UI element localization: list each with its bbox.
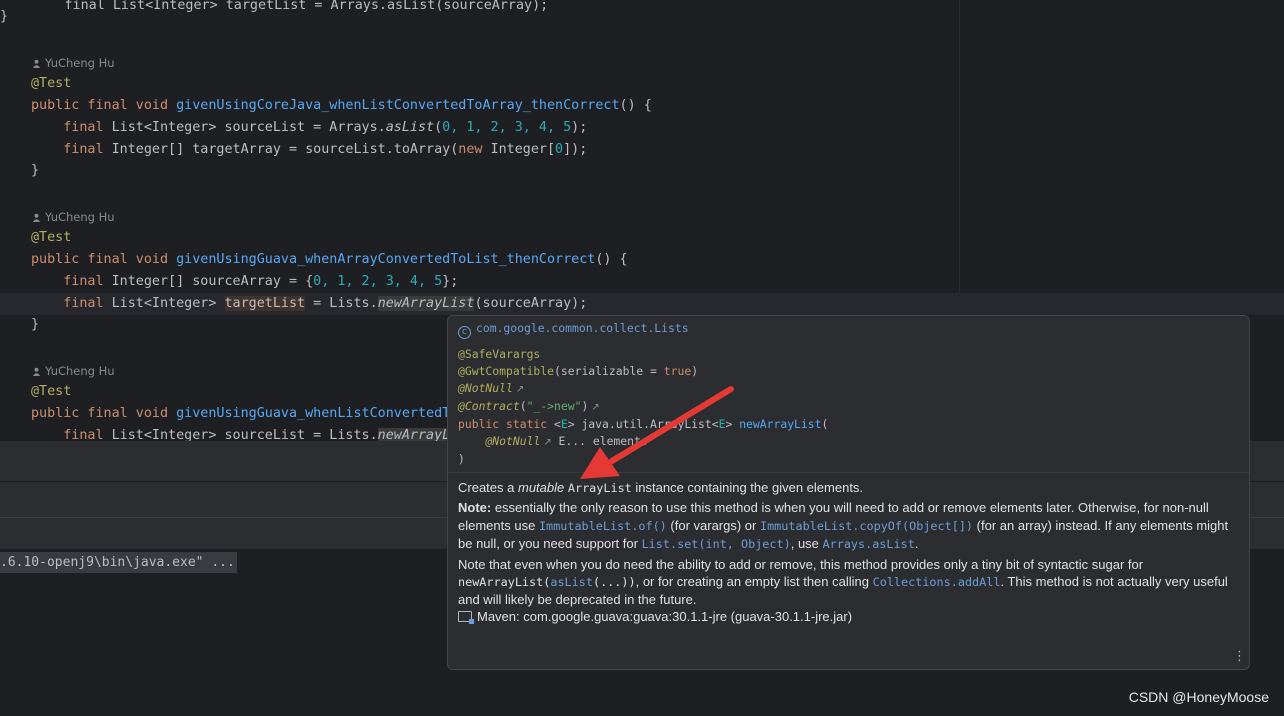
doc-link[interactable]: Collections.addAll (873, 575, 1001, 589)
method-name: givenUsingGuava_whenListConvertedT (176, 406, 451, 421)
external-link-icon[interactable]: ↗ (543, 434, 551, 451)
doc-link[interactable]: ImmutableList.copyOf(Object[]) (760, 519, 973, 533)
person-icon (32, 59, 41, 68)
method-signature: @SafeVarargs @GwtCompatible(serializable… (458, 347, 829, 466)
author-hint[interactable]: YuCheng Hu (32, 55, 115, 71)
owner-class-link[interactable]: c com.google.common.collect.Lists (458, 320, 689, 339)
code-line: } (31, 163, 40, 178)
javadoc-body: Creates a mutable ArrayList instance con… (458, 479, 1238, 611)
code-line: final Integer[] sourceArray = {0, 1, 2, … (31, 274, 459, 289)
library-folder-icon (458, 611, 474, 624)
method-name: givenUsingGuava_whenArrayConvertedToList… (176, 252, 596, 267)
doc-paragraph: Note that even when you do need the abil… (458, 556, 1228, 608)
code-line: final Integer[] targetArray = sourceList… (31, 142, 588, 157)
code-line: } (0, 9, 9, 24)
doc-link[interactable]: List.set(int, Object) (642, 537, 791, 551)
external-link-icon[interactable]: ↗ (591, 399, 599, 416)
divider (448, 472, 1249, 473)
method-name: givenUsingCoreJava_whenListConvertedToAr… (176, 98, 620, 113)
watermark: CSDN @HoneyMoose (1128, 689, 1269, 705)
person-icon (32, 367, 41, 376)
code-line-current: final List<Integer> targetList = Lists.n… (0, 293, 1284, 315)
person-icon (32, 213, 41, 222)
code-line: @Test (31, 230, 72, 245)
code-line: public final void givenUsingGuava_whenAr… (31, 252, 628, 267)
more-options-icon[interactable]: ⋮ (1233, 650, 1246, 664)
code-line: } (31, 317, 40, 332)
code-line: final List<Integer> sourceList = Arrays.… (31, 120, 588, 135)
library-source: Maven: com.google.guava:guava:30.1.1-jre… (458, 608, 852, 625)
doc-link[interactable]: ImmutableList.of() (539, 519, 667, 533)
author-hint[interactable]: YuCheng Hu (32, 209, 115, 225)
doc-paragraph: Note: essentially the only reason to use… (458, 500, 1229, 552)
console-command-line[interactable]: .6.10-openj9\bin\java.exe" ... (0, 552, 237, 573)
external-link-icon[interactable]: ↗ (516, 381, 524, 398)
class-icon: c (458, 326, 471, 339)
code-line: @Test (31, 384, 72, 399)
doc-paragraph: Creates a mutable ArrayList instance con… (458, 480, 864, 495)
code-line: final List<Integer> targetList = Arrays.… (0, 0, 549, 13)
variable-highlight: targetList (224, 296, 306, 311)
quick-documentation-popup[interactable]: c com.google.common.collect.Lists @SafeVa… (447, 315, 1250, 670)
code-line: final List<Integer> sourceList = Lists.n… (31, 428, 459, 441)
doc-link[interactable]: asList (550, 575, 593, 589)
hovered-method[interactable]: newArrayList (377, 296, 475, 311)
doc-link[interactable]: Arrays.asList (823, 537, 915, 551)
code-line: public final void givenUsingCoreJava_whe… (31, 98, 652, 113)
code-line: public final void givenUsingGuava_whenLi… (31, 406, 451, 421)
code-line: @Test (31, 76, 72, 91)
author-hint[interactable]: YuCheng Hu (32, 363, 115, 379)
